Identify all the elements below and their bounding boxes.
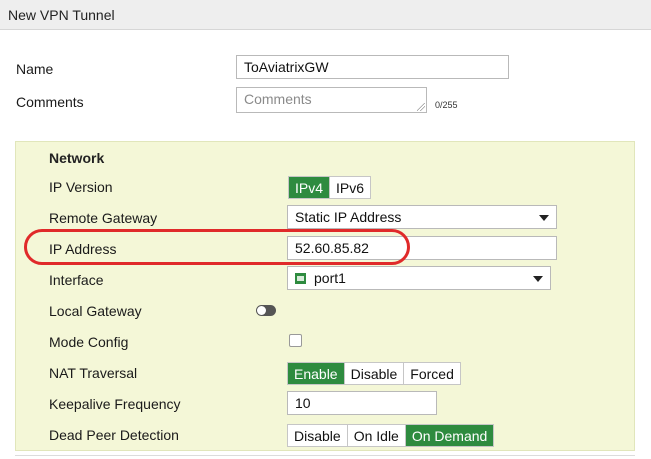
ip-address-label: IP Address — [49, 241, 117, 257]
port-icon — [295, 273, 306, 284]
name-label: Name — [16, 61, 54, 77]
nat-traversal-toggle: Enable Disable Forced — [287, 362, 461, 385]
nat-traversal-option-disable[interactable]: Disable — [345, 363, 405, 384]
ip-version-option-ipv4[interactable]: IPv4 — [289, 177, 331, 198]
mode-config-checkbox[interactable] — [289, 334, 302, 347]
comments-placeholder: Comments — [244, 91, 312, 107]
local-gateway-label: Local Gateway — [49, 303, 142, 319]
nat-traversal-label: NAT Traversal — [49, 365, 138, 381]
name-input[interactable]: ToAviatrixGW — [236, 55, 509, 79]
ip-version-option-ipv6[interactable]: IPv6 — [330, 177, 370, 198]
chevron-down-icon — [533, 276, 543, 282]
dpd-option-on-demand[interactable]: On Demand — [405, 425, 494, 446]
remote-gateway-label: Remote Gateway — [49, 210, 158, 226]
chevron-down-icon — [539, 215, 549, 221]
window-title: New VPN Tunnel — [0, 0, 651, 30]
remote-gateway-select[interactable]: Static IP Address — [287, 205, 557, 229]
network-section-title: Network — [49, 150, 105, 166]
ip-address-input[interactable]: 52.60.85.82 — [287, 236, 557, 260]
nat-traversal-option-forced[interactable]: Forced — [404, 363, 460, 384]
comments-label: Comments — [16, 94, 84, 110]
dpd-option-on-idle[interactable]: On Idle — [348, 425, 406, 446]
local-gateway-toggle[interactable] — [256, 305, 276, 316]
interface-select[interactable]: port1 — [287, 266, 551, 290]
dead-peer-detection-label: Dead Peer Detection — [49, 427, 179, 443]
divider — [15, 455, 635, 456]
toggle-knob — [257, 306, 266, 315]
mode-config-label: Mode Config — [49, 334, 129, 350]
keepalive-frequency-label: Keepalive Frequency — [49, 396, 181, 412]
resize-grip-icon[interactable] — [417, 103, 425, 111]
dead-peer-detection-toggle: Disable On Idle On Demand — [287, 424, 495, 447]
nat-traversal-option-enable[interactable]: Enable — [288, 363, 345, 384]
ip-version-label: IP Version — [49, 179, 113, 195]
comments-char-counter: 0/255 — [435, 100, 458, 110]
comments-textarea[interactable]: Comments — [236, 87, 427, 113]
ip-version-toggle: IPv4 IPv6 — [288, 176, 372, 199]
dpd-option-disable[interactable]: Disable — [288, 425, 348, 446]
keepalive-frequency-input[interactable]: 10 — [287, 391, 437, 415]
interface-label: Interface — [49, 272, 104, 288]
interface-value: port1 — [314, 270, 346, 286]
remote-gateway-value: Static IP Address — [295, 209, 402, 225]
